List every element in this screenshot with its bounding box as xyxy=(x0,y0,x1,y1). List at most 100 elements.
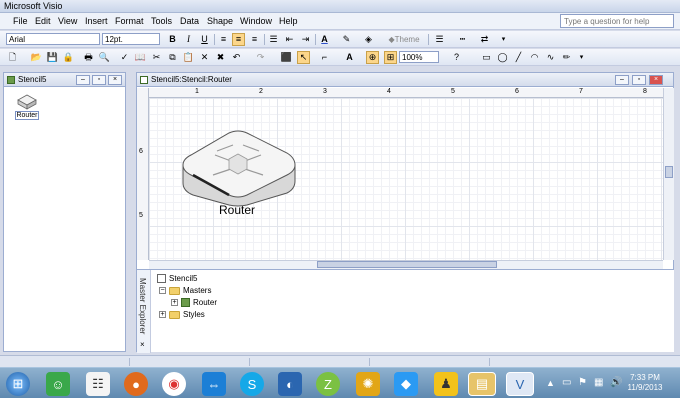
menu-data[interactable]: Data xyxy=(180,16,199,26)
taskbar-app-icon[interactable]: Z xyxy=(316,372,340,396)
paste-icon[interactable]: 📋 xyxy=(182,51,195,64)
menu-file[interactable]: File xyxy=(13,16,28,26)
bullets-icon[interactable]: ☰ xyxy=(267,33,280,46)
tree-item-masters[interactable]: − Masters xyxy=(159,286,211,295)
system-clock[interactable]: 7:33 PM 11/9/2013 xyxy=(622,373,668,393)
dropbox-icon[interactable]: ◆ xyxy=(394,372,418,396)
delete-icon[interactable]: ✖ xyxy=(214,51,227,64)
line-weight-icon[interactable]: ☰ xyxy=(433,33,446,46)
permission-icon[interactable]: 🔒 xyxy=(62,51,75,64)
toolbar-options-icon[interactable]: ▾ xyxy=(575,51,588,64)
research-icon[interactable]: 📖 xyxy=(134,51,147,64)
menu-tools[interactable]: Tools xyxy=(151,16,172,26)
cut-icon[interactable]: ✂ xyxy=(150,51,163,64)
tree-item-styles[interactable]: + Styles xyxy=(159,310,205,319)
explorer-icon[interactable]: ▤ xyxy=(468,372,496,396)
start-button[interactable]: ⊞ xyxy=(6,372,30,396)
underline-button[interactable]: U xyxy=(198,33,211,46)
menu-format[interactable]: Format xyxy=(115,16,144,26)
restore-button[interactable]: ▫ xyxy=(92,75,106,85)
drawing-canvas[interactable]: Router xyxy=(149,98,663,260)
print-preview-icon[interactable]: 🔍 xyxy=(98,51,111,64)
format-painter-icon[interactable]: ✕ xyxy=(198,51,211,64)
connector-tool-icon[interactable]: ⌐ xyxy=(318,51,331,64)
taskbar-app-icon[interactable]: ✺ xyxy=(356,372,380,396)
toolbar-options-icon[interactable]: ▾ xyxy=(497,33,510,46)
arc-tool-icon[interactable]: ◠ xyxy=(528,51,541,64)
show-hidden-icons[interactable]: ▲ xyxy=(546,378,555,388)
theme-button[interactable]: ◆ Theme xyxy=(386,33,422,46)
tree-item-root[interactable]: Stencil5 xyxy=(157,274,197,283)
align-center-icon[interactable]: ≡ xyxy=(232,33,245,46)
align-right-icon[interactable]: ≡ xyxy=(248,33,261,46)
horizontal-scrollbar[interactable] xyxy=(149,260,663,269)
line-color-icon[interactable]: ✎ xyxy=(340,33,353,46)
flag-icon[interactable]: ⚑ xyxy=(578,377,587,388)
connection-point-icon[interactable]: ⊕ xyxy=(366,51,379,64)
indent-icon[interactable]: ⇤ xyxy=(283,33,296,46)
shapes-icon[interactable]: ⬛ xyxy=(280,51,293,64)
fill-color-icon[interactable]: ◈ xyxy=(362,33,375,46)
menu-insert[interactable]: Insert xyxy=(85,16,108,26)
help-icon[interactable]: ? xyxy=(450,51,463,64)
minimize-button[interactable]: – xyxy=(76,75,90,85)
italic-button[interactable]: I xyxy=(182,33,195,46)
stencil-master-router[interactable]: Router xyxy=(15,93,39,121)
taskbar-app-icon[interactable]: ◐ xyxy=(278,372,302,396)
taskbar-app-icon[interactable]: ☷ xyxy=(86,372,110,396)
spelling-icon[interactable]: ✓ xyxy=(118,51,131,64)
help-search-input[interactable]: Type a question for help xyxy=(560,14,674,28)
expand-icon[interactable]: + xyxy=(159,311,166,318)
teamviewer-icon[interactable]: ⇔ xyxy=(202,372,226,396)
font-size-select[interactable]: 12pt. xyxy=(102,33,160,45)
bold-button[interactable]: B xyxy=(166,33,179,46)
save-icon[interactable]: 💾 xyxy=(46,51,59,64)
freeform-tool-icon[interactable]: ∿ xyxy=(544,51,557,64)
pointer-tool-icon[interactable]: ↖ xyxy=(297,51,310,64)
new-icon[interactable]: 🗋 xyxy=(6,51,19,64)
chrome-icon[interactable]: ◉ xyxy=(162,372,186,396)
font-color-icon[interactable]: A xyxy=(318,33,331,46)
font-select[interactable]: Arial xyxy=(6,33,100,45)
skype-icon[interactable]: S xyxy=(240,372,264,396)
undo-icon[interactable]: ↶ xyxy=(230,51,243,64)
taskbar-app-icon[interactable]: ☺ xyxy=(46,372,70,396)
volume-icon[interactable]: 🔊 xyxy=(610,377,622,388)
horizontal-scroll-thumb[interactable] xyxy=(317,261,497,268)
close-button[interactable]: × xyxy=(649,75,663,85)
vertical-scrollbar[interactable] xyxy=(663,88,674,260)
router-shape[interactable] xyxy=(177,125,299,207)
align-left-icon[interactable]: ≡ xyxy=(217,33,230,46)
ellipse-tool-icon[interactable]: ◯ xyxy=(496,51,509,64)
restore-button[interactable]: ▫ xyxy=(632,75,646,85)
network-icon[interactable]: ▦ xyxy=(594,377,603,388)
rectangle-tool-icon[interactable]: ▭ xyxy=(480,51,493,64)
outdent-icon[interactable]: ⇥ xyxy=(299,33,312,46)
menu-edit[interactable]: Edit xyxy=(35,16,51,26)
redo-icon[interactable]: ↷ xyxy=(254,51,267,64)
line-tool-icon[interactable]: ╱ xyxy=(512,51,525,64)
menu-help[interactable]: Help xyxy=(279,16,298,26)
visio-icon[interactable]: V xyxy=(506,372,534,396)
line-pattern-icon[interactable]: ┅ xyxy=(456,33,469,46)
tray-icon[interactable]: ▭ xyxy=(562,377,571,388)
copy-icon[interactable]: ⧉ xyxy=(166,51,179,64)
close-button[interactable]: × xyxy=(108,75,122,85)
print-icon[interactable]: 🖶 xyxy=(82,51,95,64)
close-icon[interactable]: × xyxy=(140,340,145,349)
firefox-icon[interactable]: ● xyxy=(124,372,148,396)
taskbar-app-icon[interactable]: ♟ xyxy=(434,372,458,396)
minimize-button[interactable]: – xyxy=(615,75,629,85)
menu-window[interactable]: Window xyxy=(240,16,272,26)
open-icon[interactable]: 📂 xyxy=(30,51,43,64)
expand-icon[interactable]: + xyxy=(171,299,178,306)
menu-view[interactable]: View xyxy=(58,16,77,26)
pencil-tool-icon[interactable]: ✏ xyxy=(560,51,573,64)
menu-shape[interactable]: Shape xyxy=(207,16,233,26)
collapse-icon[interactable]: − xyxy=(159,287,166,294)
vertical-scroll-thumb[interactable] xyxy=(665,166,673,178)
tree-item-router[interactable]: + Router xyxy=(171,298,217,307)
pan-zoom-icon[interactable]: ⊞ xyxy=(384,51,397,64)
text-tool-icon[interactable]: A xyxy=(343,51,356,64)
line-ends-icon[interactable]: ⇄ xyxy=(478,33,491,46)
